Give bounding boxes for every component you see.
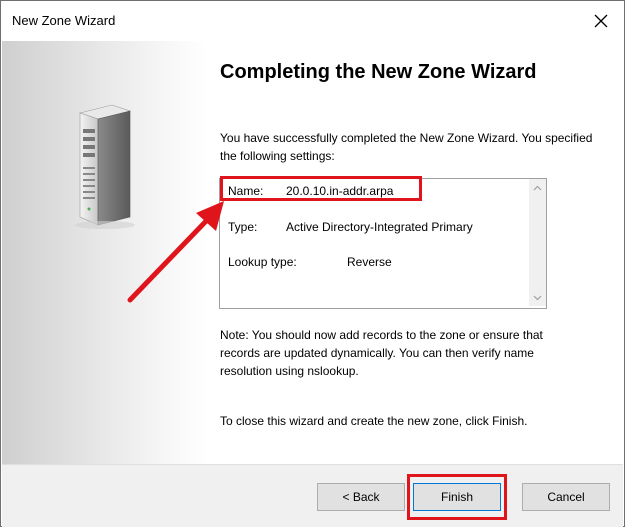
back-button[interactable]: < Back <box>317 483 405 511</box>
page-title: Completing the New Zone Wizard <box>220 61 537 83</box>
title-bar: New Zone Wizard <box>1 1 624 41</box>
setting-value: Reverse <box>347 255 392 269</box>
scroll-down-button[interactable] <box>529 289 546 306</box>
annotation-arrow-icon <box>127 201 224 303</box>
setting-value: Active Directory-Integrated Primary <box>286 220 473 234</box>
chevron-up-icon <box>533 185 542 190</box>
scroll-up-button[interactable] <box>529 179 546 196</box>
note-text: Note: You should now add records to the … <box>220 328 543 378</box>
close-icon <box>594 14 608 28</box>
close-button[interactable] <box>586 7 616 35</box>
cancel-button[interactable]: Cancel <box>522 483 610 511</box>
annotation-highlight-finish <box>407 474 507 520</box>
new-zone-wizard-window: New Zone Wizard Completing the New Zone … <box>0 0 625 527</box>
close-instruction-text: To close this wizard and create the new … <box>220 414 528 428</box>
settings-scrollbar[interactable] <box>529 179 546 306</box>
chevron-down-icon <box>533 295 542 300</box>
intro-text: You have successfully completed the New … <box>220 131 593 163</box>
annotation-highlight-name <box>220 176 422 201</box>
window-title: New Zone Wizard <box>12 13 116 28</box>
